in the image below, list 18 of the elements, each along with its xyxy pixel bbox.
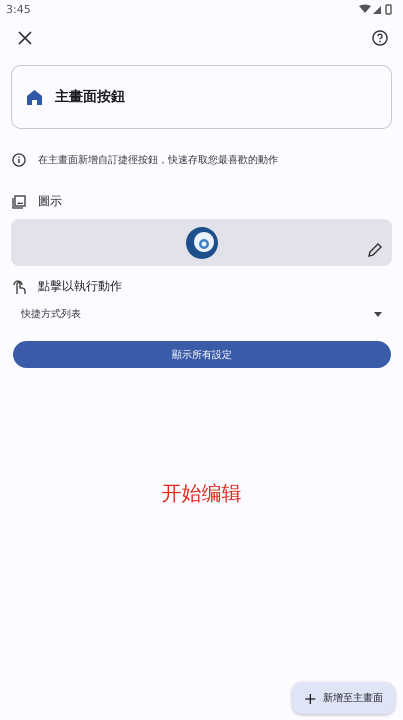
status-time: 3:45 <box>6 2 31 16</box>
shortcut-title: 主畫面按鈕 <box>55 88 125 106</box>
edit-button[interactable] <box>366 242 384 260</box>
status-icons <box>359 4 393 14</box>
info-text: 在主畫面新增自訂捷徑按鈕，快速存取您最喜歡的動作 <box>38 154 278 167</box>
add-to-home-button[interactable]: + 新增至主畫面 <box>292 682 395 714</box>
app-logo-icon <box>186 226 218 258</box>
caret-icon <box>374 312 382 316</box>
tap-icon <box>12 278 26 294</box>
icon-label: 圖示 <box>38 193 62 210</box>
tap-action-label: 點擊以執行動作 <box>38 278 122 295</box>
caption-text: 开始编辑 <box>162 481 242 505</box>
action-dropdown[interactable]: 快捷方式列表 <box>13 303 390 325</box>
show-all-settings-button[interactable]: 顯示所有設定 <box>13 341 391 368</box>
image-icon <box>12 194 26 208</box>
icon-preview[interactable] <box>11 219 392 266</box>
info-icon <box>12 153 26 167</box>
home-icon <box>26 88 43 106</box>
